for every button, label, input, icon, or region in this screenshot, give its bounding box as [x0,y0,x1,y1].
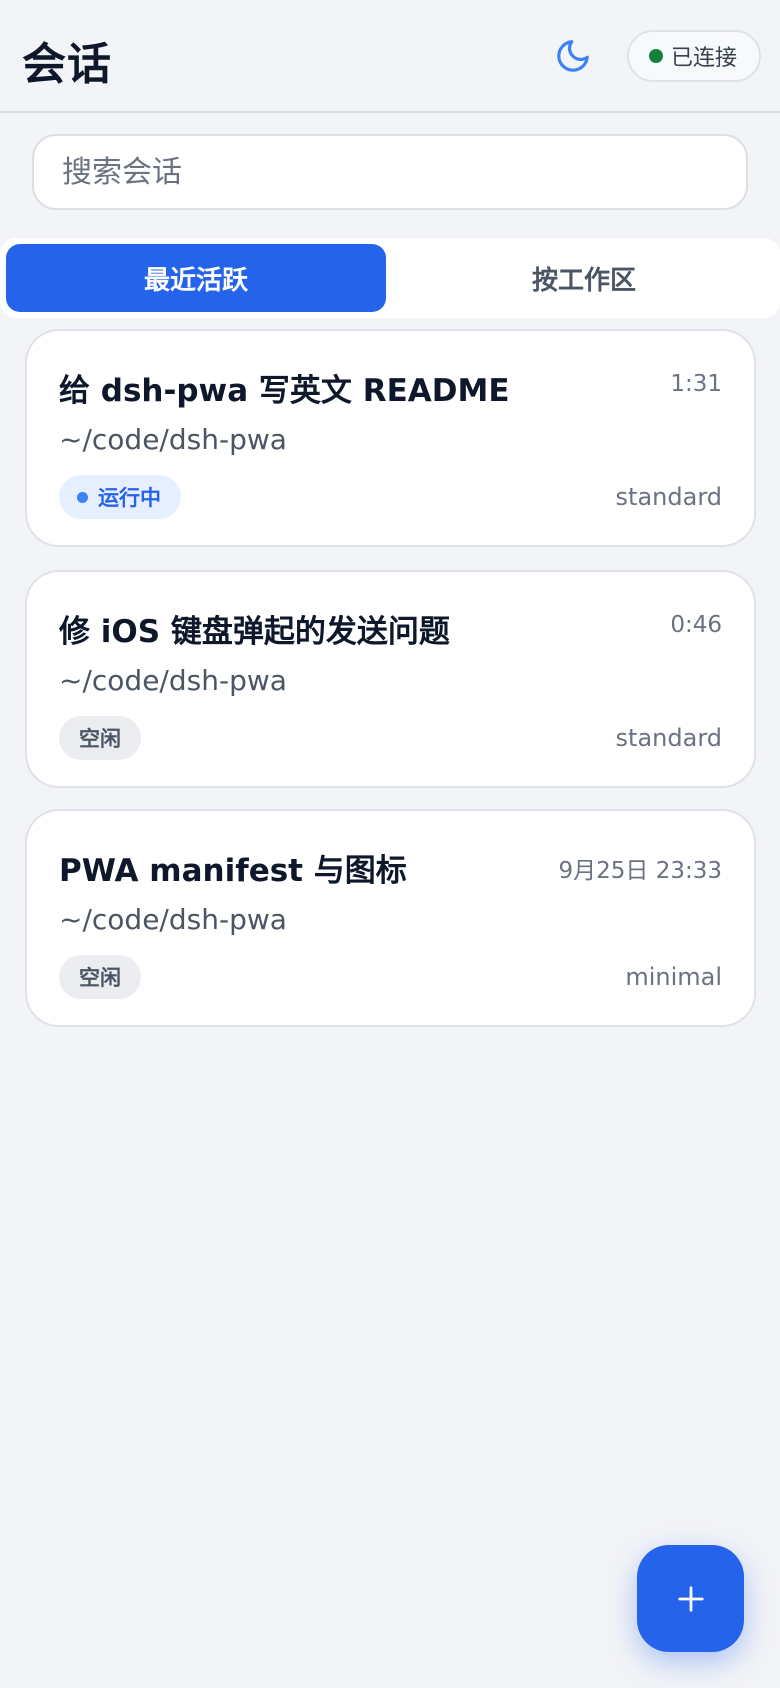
session-time: 0:46 [670,612,722,638]
tab-by-workspace[interactable]: 按工作区 [394,244,774,312]
moon-icon [557,40,589,72]
connection-status-dot [649,49,663,63]
new-session-button[interactable] [637,1545,744,1652]
session-time: 9月25日 23:33 [558,858,723,884]
page-title: 会话 [22,39,112,90]
status-badge-label: 空闲 [79,727,121,751]
status-badge-label: 运行中 [98,486,161,510]
connection-status-badge: 已连接 [627,30,761,82]
session-title: 给 dsh-pwa 写英文 README [59,373,510,409]
status-badge: 空闲 [59,955,141,999]
session-path: ~/code/dsh-pwa [59,664,287,697]
plus-icon [677,1585,704,1612]
session-time: 1:31 [670,371,722,397]
status-badge: 运行中 [59,475,181,519]
session-card[interactable]: 修 iOS 键盘弹起的发送问题 0:46 ~/code/dsh-pwa 空闲 s… [25,570,756,788]
theme-toggle-button[interactable] [551,34,595,78]
session-path: ~/code/dsh-pwa [59,423,287,456]
session-title: PWA manifest 与图标 [59,853,407,889]
status-badge-label: 空闲 [79,966,121,990]
connection-status-label: 已连接 [671,46,738,71]
session-title: 修 iOS 键盘弹起的发送问题 [59,614,450,650]
running-dot-icon [77,491,88,503]
view-tabs: 最近活跃 按工作区 [0,238,780,318]
status-badge: 空闲 [59,716,141,760]
search-input[interactable] [32,134,748,210]
session-path: ~/code/dsh-pwa [59,903,287,936]
session-mode: standard [615,483,722,511]
session-mode: minimal [625,963,722,991]
sessions-screen: 会话 已连接 最近活跃 按工作区 给 dsh-pwa 写英文 README 1:… [0,0,780,1688]
session-mode: standard [615,724,722,752]
top-bar: 会话 已连接 [0,0,780,113]
session-card[interactable]: 给 dsh-pwa 写英文 README 1:31 ~/code/dsh-pwa… [25,329,756,547]
tab-recent-active[interactable]: 最近活跃 [6,244,386,312]
session-card[interactable]: PWA manifest 与图标 9月25日 23:33 ~/code/dsh-… [25,809,756,1027]
